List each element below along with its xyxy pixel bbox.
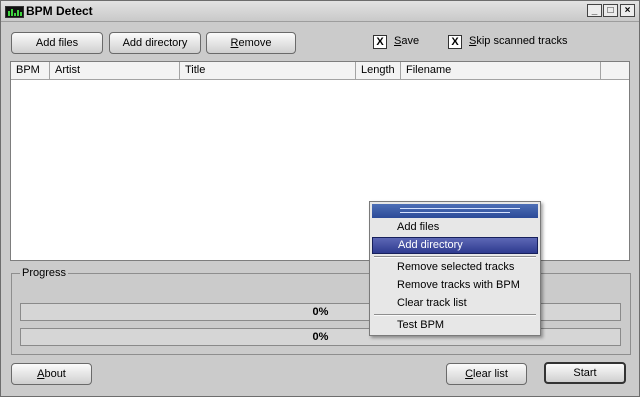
add-directory-button[interactable]: Add directory bbox=[109, 32, 201, 54]
column-header-filler bbox=[601, 62, 629, 80]
menu-separator bbox=[374, 314, 536, 316]
context-menu-header bbox=[372, 204, 538, 218]
add-files-button[interactable]: Add files bbox=[11, 32, 103, 54]
skip-scanned-checkbox-box[interactable]: X bbox=[448, 35, 462, 49]
start-button[interactable]: Start bbox=[544, 362, 626, 384]
minimize-button[interactable]: _ bbox=[587, 4, 602, 17]
title-bar[interactable]: BPM Detect _ □ × bbox=[1, 1, 639, 22]
remove-button[interactable]: Remove bbox=[206, 32, 296, 54]
skip-scanned-label: Skip scanned tracks bbox=[469, 35, 568, 47]
column-header-bpm[interactable]: BPM bbox=[11, 62, 50, 80]
window-title: BPM Detect bbox=[26, 4, 93, 18]
column-header-title[interactable]: Title bbox=[180, 62, 356, 80]
menu-item-clear-track-list[interactable]: Clear track list bbox=[372, 295, 538, 312]
menu-item-remove-with-bpm[interactable]: Remove tracks with BPM bbox=[372, 277, 538, 294]
save-checkbox[interactable]: X Save bbox=[373, 35, 433, 49]
clear-list-button[interactable]: Clear list bbox=[446, 363, 527, 385]
column-header-filename[interactable]: Filename bbox=[401, 62, 601, 80]
progress-label: Progress bbox=[20, 267, 69, 279]
main-window: BPM Detect _ □ × Add files Add directory… bbox=[0, 0, 640, 397]
waveform-icon bbox=[5, 6, 24, 18]
close-button[interactable]: × bbox=[620, 4, 635, 17]
about-button[interactable]: About bbox=[11, 363, 92, 385]
menu-item-remove-selected[interactable]: Remove selected tracks bbox=[372, 259, 538, 276]
menu-item-add-files[interactable]: Add files bbox=[372, 219, 538, 236]
save-checkbox-box[interactable]: X bbox=[373, 35, 387, 49]
column-header-artist[interactable]: Artist bbox=[50, 62, 180, 80]
save-label: Save bbox=[394, 35, 420, 47]
menu-item-add-directory[interactable]: Add directory bbox=[372, 237, 538, 254]
column-header-length[interactable]: Length bbox=[356, 62, 401, 80]
context-menu: Add files Add directory Remove selected … bbox=[369, 201, 541, 336]
maximize-button[interactable]: □ bbox=[603, 4, 618, 17]
skip-scanned-checkbox[interactable]: X Skip scanned tracks bbox=[448, 35, 568, 49]
menu-item-test-bpm[interactable]: Test BPM bbox=[372, 317, 538, 334]
menu-separator bbox=[374, 256, 536, 258]
